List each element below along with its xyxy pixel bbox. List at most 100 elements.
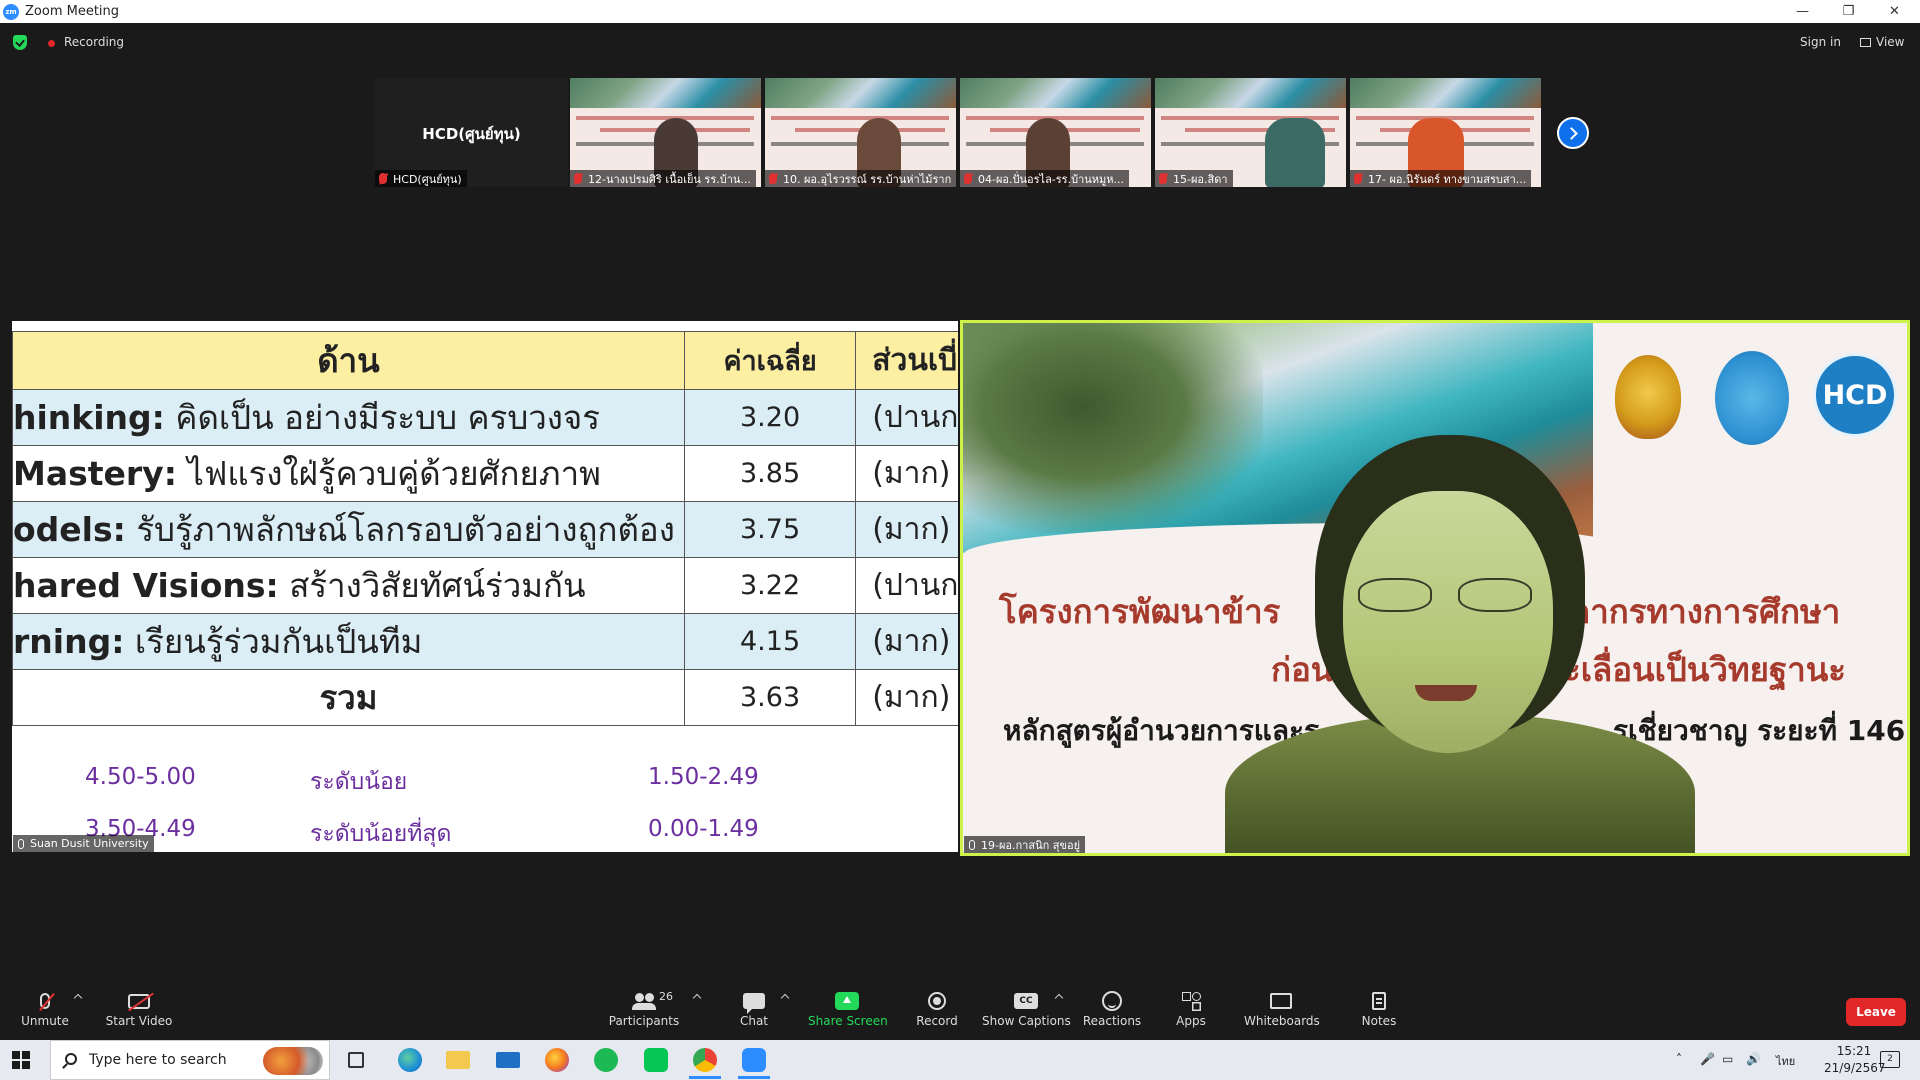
participant-tile[interactable]: 10. ผอ.อุไรวรรณ์ รร.บ้านห่าไม้ราก [765, 78, 956, 187]
table-row: hinking: คิดเป็น อย่างมีระบบ ครบวงจร 3.2… [12, 389, 958, 446]
shared-screen: ด้าน ค่าเฉลี่ย ส่วนเบี่ hinking: คิดเป็น… [12, 321, 958, 852]
close-button[interactable]: ✕ [1872, 0, 1917, 23]
taskbar-clock[interactable]: 15:21 21/9/2567 [1824, 1043, 1886, 1077]
legend-range: 1.50-2.49 [648, 764, 759, 790]
participants-button[interactable]: Participants [606, 980, 682, 1036]
share-screen-button[interactable]: Share Screen [808, 980, 888, 1036]
row-mean: 3.63 [683, 669, 857, 726]
record-button[interactable]: Record [912, 980, 962, 1036]
tile-background [960, 78, 1151, 108]
firefox-icon[interactable] [545, 1048, 569, 1072]
self-video-tile[interactable]: HCD(ศูนย์ทุน) HCD(ศูนย์ทุน) [375, 78, 568, 187]
view-button[interactable]: View [1860, 35, 1904, 49]
participant-tile[interactable]: 04-ผอ.ปั่นอรไล-รร.บ้านหมูห... [960, 78, 1151, 187]
audio-options-caret-icon[interactable] [73, 993, 83, 1003]
windows-start-icon[interactable] [12, 1051, 30, 1069]
microphone-tray-icon[interactable]: 🎤 [1700, 1052, 1715, 1066]
sign-in-button[interactable]: Sign in [1800, 35, 1841, 49]
zoom-taskbar-icon[interactable] [738, 1048, 770, 1079]
legend-row: 4.50-5.00 ระดับน้อย 1.50-2.49 [12, 764, 958, 804]
video-off-icon [128, 993, 150, 1009]
chat-label: Chat [739, 1014, 769, 1028]
recording-label[interactable]: Recording [64, 35, 124, 49]
participant-tile[interactable]: 15-ผอ.สิดา [1155, 78, 1346, 187]
muted-mic-icon [574, 173, 582, 184]
row-desc: สร้างวิสัยทัศน์ร่วมกัน [278, 566, 586, 605]
participant-tile[interactable]: 12-นางเปรมศิริ เนื้อเย็น รร.บ้าน... [570, 78, 761, 187]
show-captions-button[interactable]: CC Show Captions [982, 980, 1071, 1036]
speaker-mouth [1415, 685, 1477, 701]
chat-button[interactable]: Chat [732, 980, 776, 1036]
participants-caret-icon[interactable] [692, 993, 702, 1003]
start-video-button[interactable]: Start Video [104, 980, 174, 1036]
windows-taskbar: Type here to search ˄ 🎤 ▭ 🔊 ไทย 15:21 21… [0, 1040, 1920, 1080]
share-screen-label: Share Screen [808, 1014, 888, 1028]
participant-tile[interactable]: 17- ผอ.นิรันดร์ ทางขามสรบสา... [1350, 78, 1541, 187]
search-highlight-icon [263, 1047, 323, 1075]
tile-background [570, 78, 761, 108]
taskbar-search-input[interactable]: Type here to search [50, 1040, 330, 1080]
tile-background [1155, 78, 1346, 108]
apps-button[interactable]: Apps [1172, 980, 1210, 1036]
apps-label: Apps [1176, 1014, 1206, 1028]
unmute-label: Unmute [21, 1014, 69, 1028]
tile-background [1350, 78, 1541, 108]
row-title: hared Visions: [13, 566, 279, 605]
network-icon[interactable]: ▭ [1722, 1052, 1733, 1066]
unmute-button[interactable]: Unmute [18, 980, 72, 1036]
start-video-label: Start Video [105, 1014, 173, 1028]
speaker-label: 19-ผอ.กาสนิก สุขอยู่ [964, 836, 1086, 853]
task-view-icon[interactable] [348, 1052, 364, 1068]
window-title: Zoom Meeting [25, 4, 120, 19]
record-icon [928, 992, 946, 1010]
spotify-icon[interactable] [594, 1048, 618, 1072]
line-app-icon[interactable] [644, 1048, 668, 1072]
whiteboard-icon [1270, 993, 1292, 1009]
row-level: (ปานก [855, 557, 958, 614]
tile-banner-line [771, 116, 949, 120]
file-explorer-icon[interactable] [446, 1051, 470, 1069]
participants-icon [632, 993, 656, 1010]
volume-icon[interactable]: 🔊 [1746, 1052, 1761, 1066]
restore-button[interactable]: ❐ [1826, 0, 1871, 23]
reactions-button[interactable]: Reactions [1082, 980, 1142, 1036]
notification-center-icon[interactable]: 2 [1880, 1051, 1900, 1068]
mic-icon [969, 839, 975, 850]
muted-mic-icon [1159, 173, 1167, 184]
background-tree [963, 323, 1263, 533]
tile-background [765, 78, 956, 108]
self-tile-name: HCD(ศูนย์ทุน) [393, 172, 462, 186]
participant-label: 04-ผอ.ปั่นอรไล-รร.บ้านหมูห... [960, 170, 1130, 187]
leave-button[interactable]: Leave [1846, 998, 1906, 1026]
security-shield-icon[interactable] [13, 35, 27, 50]
row-desc: เรียนรู้ร่วมกันเป็นทีม [124, 622, 423, 661]
active-speaker-video[interactable]: HCD โครงการพัฒนาข้าร ลากรทางการศึกษา ก่อ… [960, 320, 1910, 856]
whiteboards-button[interactable]: Whiteboards [1244, 980, 1320, 1036]
grid-view-icon [1860, 38, 1871, 47]
tray-expand-icon[interactable]: ˄ [1676, 1052, 1682, 1066]
muted-mic-icon [769, 173, 777, 184]
participant-name: 04-ผอ.ปั่นอรไล-รร.บ้านหมูห... [978, 172, 1125, 186]
chrome-icon[interactable] [689, 1048, 721, 1079]
share-owner-name: Suan Dusit University [30, 837, 149, 850]
next-page-arrow-icon[interactable] [1557, 117, 1589, 149]
minimize-button[interactable]: — [1780, 0, 1825, 23]
legend-range: 4.50-5.00 [85, 764, 196, 790]
participant-label: 15-ผอ.สิดา [1155, 170, 1233, 187]
whiteboards-label: Whiteboards [1244, 1014, 1320, 1028]
row-level: (ปานก [855, 389, 958, 446]
self-tile-label: HCD(ศูนย์ทุน) [375, 170, 467, 187]
view-label: View [1876, 35, 1905, 49]
participant-name: 12-นางเปรมศิริ เนื้อเย็น รร.บ้าน... [588, 172, 751, 186]
language-indicator[interactable]: ไทย [1776, 1052, 1795, 1070]
self-display-name: HCD(ศูนย์ทุน) [422, 125, 521, 143]
mail-icon[interactable] [496, 1052, 520, 1068]
row-mean: 3.20 [683, 389, 857, 446]
show-captions-label: Show Captions [982, 1014, 1071, 1028]
row-desc: รวม [319, 678, 378, 717]
banner-line: ลากรทางการศึกษา [1570, 592, 1841, 631]
notes-button[interactable]: Notes [1358, 980, 1400, 1036]
edge-browser-icon[interactable] [398, 1048, 422, 1072]
university-seal-icon [1715, 351, 1789, 445]
chat-caret-icon[interactable] [780, 993, 790, 1003]
